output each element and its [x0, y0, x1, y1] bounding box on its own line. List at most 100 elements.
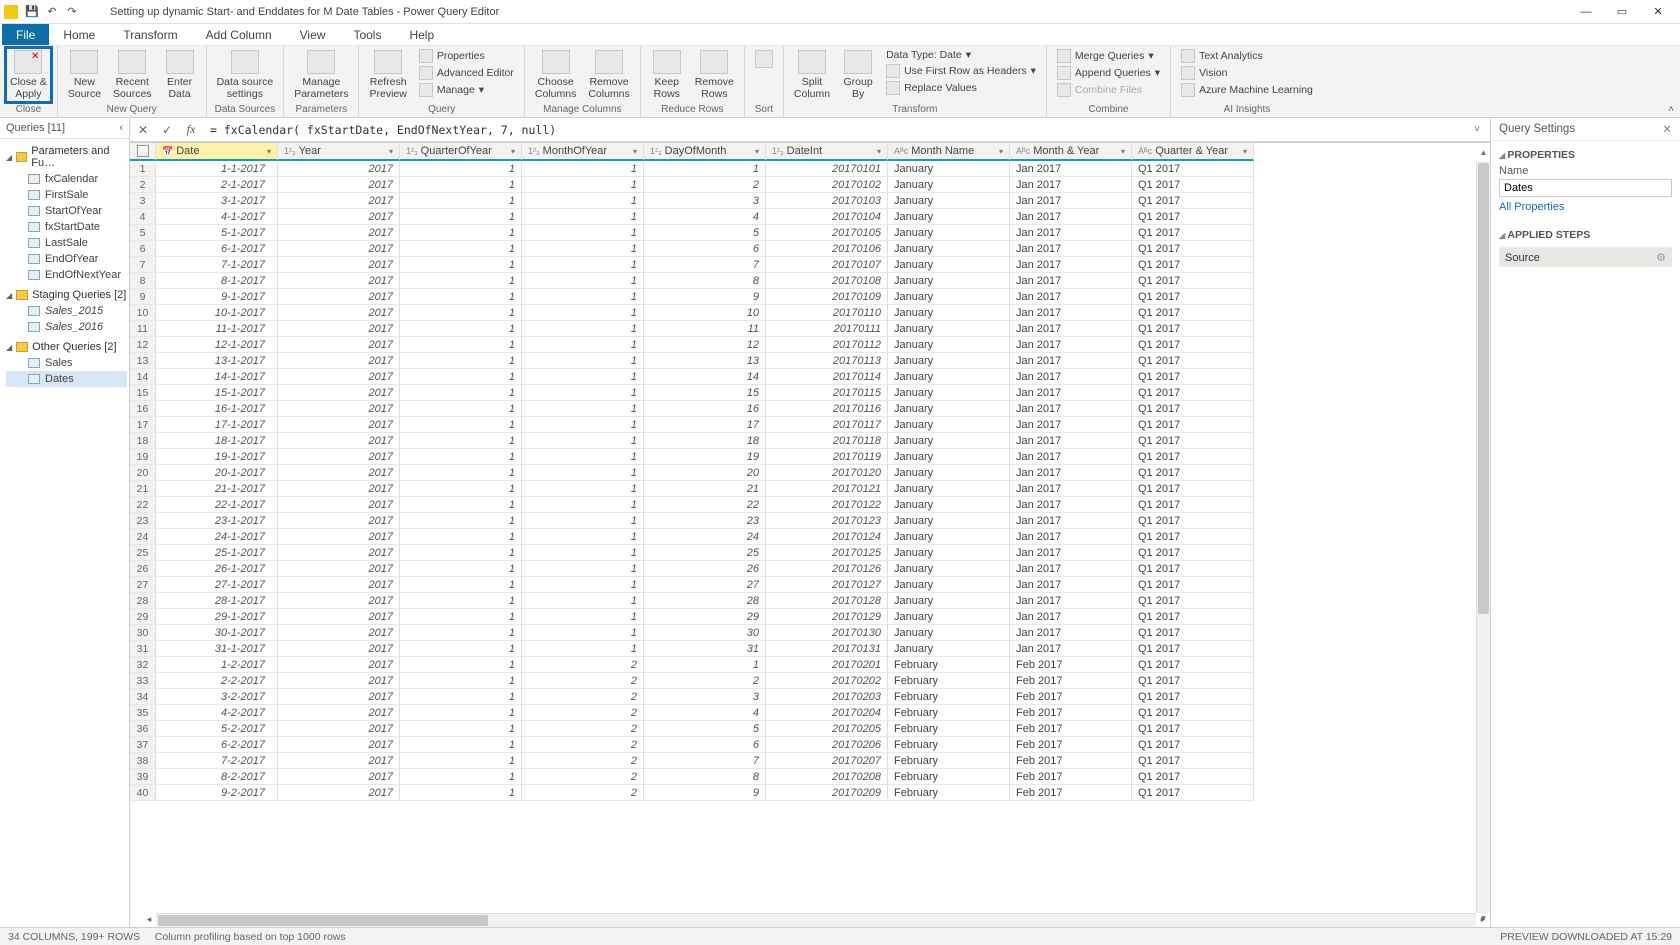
cell[interactable]: Q1 2017: [1132, 257, 1254, 273]
cell[interactable]: 20170131: [766, 641, 888, 657]
row-number[interactable]: 3: [130, 193, 156, 209]
cell[interactable]: 2: [522, 705, 644, 721]
cell[interactable]: 20170209: [766, 785, 888, 801]
cell[interactable]: Q1 2017: [1132, 401, 1254, 417]
data-type-button[interactable]: Data Type: Date ▾: [882, 48, 1040, 62]
append-queries-button[interactable]: Append Queries ▾: [1053, 65, 1164, 81]
manage-query-button[interactable]: Manage ▾: [415, 82, 518, 98]
cell[interactable]: January: [888, 465, 1010, 481]
cell[interactable]: January: [888, 529, 1010, 545]
formula-cancel-icon[interactable]: ✕: [134, 121, 152, 139]
cell[interactable]: Q1 2017: [1132, 321, 1254, 337]
cell[interactable]: Q1 2017: [1132, 705, 1254, 721]
cell[interactable]: 1: [522, 225, 644, 241]
undo-icon[interactable]: ↶: [43, 3, 61, 21]
cell[interactable]: 1: [644, 657, 766, 673]
applied-step-source[interactable]: Source ⚙: [1499, 248, 1672, 267]
cell[interactable]: 2-2-2017: [156, 673, 278, 689]
cell[interactable]: Q1 2017: [1132, 369, 1254, 385]
cell[interactable]: Feb 2017: [1010, 705, 1132, 721]
cell[interactable]: 2017: [278, 593, 400, 609]
cell[interactable]: 1: [522, 481, 644, 497]
cell[interactable]: January: [888, 321, 1010, 337]
queries-collapse-icon[interactable]: ‹: [119, 122, 123, 134]
cell[interactable]: 6: [644, 241, 766, 257]
row-number[interactable]: 22: [130, 497, 156, 513]
cell[interactable]: 20170102: [766, 177, 888, 193]
cell[interactable]: 2017: [278, 673, 400, 689]
cell[interactable]: 15-1-2017: [156, 385, 278, 401]
cell[interactable]: 1: [522, 577, 644, 593]
cell[interactable]: 20170127: [766, 577, 888, 593]
row-number[interactable]: 37: [130, 737, 156, 753]
cell[interactable]: Q1 2017: [1132, 641, 1254, 657]
menu-transform[interactable]: Transform: [109, 24, 191, 45]
cell[interactable]: 26: [644, 561, 766, 577]
cell[interactable]: Feb 2017: [1010, 737, 1132, 753]
cell[interactable]: Q1 2017: [1132, 177, 1254, 193]
cell[interactable]: 2: [522, 737, 644, 753]
sort-asc-button[interactable]: [751, 48, 777, 72]
cell[interactable]: January: [888, 225, 1010, 241]
cell[interactable]: Jan 2017: [1010, 241, 1132, 257]
cell[interactable]: 4-1-2017: [156, 209, 278, 225]
horizontal-scrollbar[interactable]: ◂ ▸: [156, 913, 1476, 927]
properties-button[interactable]: Properties: [415, 48, 518, 64]
row-number[interactable]: 27: [130, 577, 156, 593]
cell[interactable]: 9: [644, 785, 766, 801]
cell[interactable]: 20170110: [766, 305, 888, 321]
cell[interactable]: 3: [644, 193, 766, 209]
cell[interactable]: 20-1-2017: [156, 465, 278, 481]
cell[interactable]: 16-1-2017: [156, 401, 278, 417]
cell[interactable]: 17-1-2017: [156, 417, 278, 433]
cell[interactable]: February: [888, 721, 1010, 737]
cell[interactable]: Feb 2017: [1010, 657, 1132, 673]
cell[interactable]: 5: [644, 721, 766, 737]
row-number[interactable]: 14: [130, 369, 156, 385]
cell[interactable]: January: [888, 193, 1010, 209]
cell[interactable]: 1: [522, 289, 644, 305]
cell[interactable]: 1: [400, 737, 522, 753]
cell[interactable]: Jan 2017: [1010, 369, 1132, 385]
row-number[interactable]: 28: [130, 593, 156, 609]
menu-add-column[interactable]: Add Column: [192, 24, 286, 45]
cell[interactable]: Q1 2017: [1132, 417, 1254, 433]
cell[interactable]: 1: [400, 385, 522, 401]
row-number[interactable]: 21: [130, 481, 156, 497]
formula-commit-icon[interactable]: ✓: [158, 121, 176, 139]
formula-input[interactable]: [206, 121, 1462, 139]
cell[interactable]: 20170113: [766, 353, 888, 369]
cell[interactable]: 1: [400, 161, 522, 177]
cell[interactable]: 6: [644, 737, 766, 753]
column-header[interactable]: AᴮcMonth & Year▾: [1010, 143, 1132, 161]
cell[interactable]: January: [888, 273, 1010, 289]
enter-data-button[interactable]: Enter Data: [160, 48, 200, 102]
cell[interactable]: 1: [400, 353, 522, 369]
scroll-up-icon[interactable]: ▴: [1477, 147, 1490, 161]
cell[interactable]: 29-1-2017: [156, 609, 278, 625]
row-number[interactable]: 40: [130, 785, 156, 801]
cell[interactable]: 1: [522, 385, 644, 401]
group-by-button[interactable]: Group By: [838, 48, 878, 102]
cell[interactable]: 1: [522, 305, 644, 321]
grid-corner[interactable]: [130, 143, 156, 161]
cell[interactable]: Feb 2017: [1010, 785, 1132, 801]
cell[interactable]: Feb 2017: [1010, 753, 1132, 769]
cell[interactable]: January: [888, 417, 1010, 433]
cell[interactable]: 1: [400, 337, 522, 353]
cell[interactable]: 1: [400, 209, 522, 225]
cell[interactable]: 2017: [278, 609, 400, 625]
row-number[interactable]: 31: [130, 641, 156, 657]
cell[interactable]: 12: [644, 337, 766, 353]
cell[interactable]: 23: [644, 513, 766, 529]
cell[interactable]: Jan 2017: [1010, 257, 1132, 273]
cell[interactable]: Jan 2017: [1010, 593, 1132, 609]
cell[interactable]: Q1 2017: [1132, 609, 1254, 625]
cell[interactable]: 3: [644, 689, 766, 705]
cell[interactable]: 1: [400, 529, 522, 545]
cell[interactable]: 19-1-2017: [156, 449, 278, 465]
cell[interactable]: Q1 2017: [1132, 721, 1254, 737]
row-number[interactable]: 30: [130, 625, 156, 641]
cell[interactable]: 20170128: [766, 593, 888, 609]
cell[interactable]: 2: [522, 657, 644, 673]
